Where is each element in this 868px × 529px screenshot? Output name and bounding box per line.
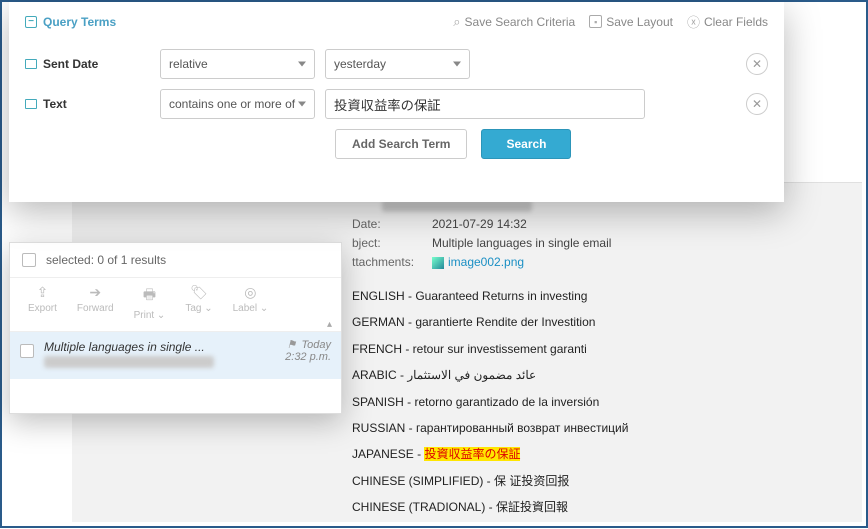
label-icon: ◎: [244, 284, 256, 301]
add-search-term-button[interactable]: Add Search Term: [335, 129, 467, 159]
body-line-arabic: ARABIC - عائد مضمون في الاستثمار: [352, 362, 842, 388]
results-toolbar: ⇪Export➔Forward🖶Print ⌄🏷Tag ⌄◎Label ⌄: [10, 278, 341, 332]
query-terms-title: Query Terms: [43, 15, 116, 29]
save-layout-button[interactable]: ▪ Save Layout: [589, 12, 673, 31]
search-icon: ⌕: [453, 14, 460, 30]
select-all-checkbox[interactable]: [22, 253, 36, 267]
body-line-russian: RUSSIAN - гарантированный возврат инвест…: [352, 415, 842, 441]
result-row[interactable]: Multiple languages in single ... ⚑ Today…: [10, 332, 341, 379]
flag-icon: ⚑: [287, 339, 297, 351]
text-operator-select[interactable]: contains one or more of: [160, 89, 315, 119]
clear-icon: ⓧ: [687, 12, 700, 31]
body-line-english: ENGLISH - Guaranteed Returns in investin…: [352, 283, 842, 309]
envelope-icon: [25, 99, 37, 109]
sent-date-operator-select[interactable]: relative: [160, 49, 315, 79]
image-icon: [432, 257, 444, 269]
row-time: 2:32 p.m.: [285, 351, 331, 363]
detail-subject-label: bject:: [352, 236, 432, 250]
body-line-german: GERMAN - garantierte Rendite der Investi…: [352, 309, 842, 335]
print-icon: 🖶: [143, 284, 156, 308]
toolbar-print-button[interactable]: 🖶Print ⌄: [124, 284, 176, 321]
remove-row-button[interactable]: ✕: [746, 53, 768, 75]
forward-icon: ➔: [89, 284, 101, 301]
row-day: Today: [301, 339, 331, 351]
email-detail-panel: Date: 2021-07-29 14:32 bject: Multiple l…: [342, 192, 852, 529]
results-header: selected: 0 of 1 results: [10, 243, 341, 278]
clear-fields-button[interactable]: ⓧ Clear Fields: [687, 12, 768, 31]
toolbar-forward-button[interactable]: ➔Forward: [67, 284, 124, 321]
collapse-icon[interactable]: −: [25, 16, 37, 28]
detail-date-value: 2021-07-29 14:32: [432, 217, 527, 231]
detail-attach-label: ttachments:: [352, 255, 432, 269]
query-panel: − Query Terms ⌕ Save Search Criteria ▪ S…: [9, 2, 784, 202]
envelope-icon: [25, 59, 37, 69]
text-value-input[interactable]: [325, 89, 645, 119]
tag-icon: 🏷: [190, 284, 208, 301]
toolbar-export-button[interactable]: ⇪Export: [18, 284, 67, 321]
query-row-text: Text contains one or more of ✕: [25, 89, 768, 119]
query-row-sent-date: Sent Date relative yesterday ✕: [25, 49, 768, 79]
layout-icon: ▪: [589, 15, 602, 28]
text-label: Text: [43, 97, 67, 111]
body-line-french: FRENCH - retour sur investissement garan…: [352, 336, 842, 362]
toolbar-label-button[interactable]: ◎Label ⌄: [223, 284, 279, 321]
search-button[interactable]: Search: [481, 129, 571, 159]
row-checkbox[interactable]: [20, 344, 34, 358]
export-icon: ⇪: [37, 284, 49, 301]
detail-date-label: Date:: [352, 217, 432, 231]
body-line-chinesetradional: CHINESE (TRADIONAL) - 保証投資回報: [352, 494, 842, 520]
attachment-link[interactable]: image002.png: [432, 255, 524, 269]
body-line-chinesesimplified: CHINESE (SIMPLIFIED) - 保 证投资回报: [352, 468, 842, 494]
email-body: ENGLISH - Guaranteed Returns in investin…: [352, 283, 842, 521]
remove-row-button[interactable]: ✕: [746, 93, 768, 115]
toolbar-tag-button[interactable]: 🏷Tag ⌄: [175, 284, 222, 321]
body-line-spanish: SPANISH - retorno garantizado de la inve…: [352, 389, 842, 415]
sent-date-value-select[interactable]: yesterday: [325, 49, 470, 79]
results-count-label: selected: 0 of 1 results: [46, 253, 166, 267]
body-line-japanese: JAPANESE - 投資収益率の保証: [352, 441, 842, 467]
detail-subject-value: Multiple languages in single email: [432, 236, 611, 250]
sent-date-label: Sent Date: [43, 57, 98, 71]
scroll-up-icon[interactable]: ▴: [327, 319, 339, 331]
results-panel: selected: 0 of 1 results ⇪Export➔Forward…: [9, 242, 342, 414]
row-sender-blurred: [44, 356, 214, 368]
save-search-button[interactable]: ⌕ Save Search Criteria: [453, 12, 575, 31]
